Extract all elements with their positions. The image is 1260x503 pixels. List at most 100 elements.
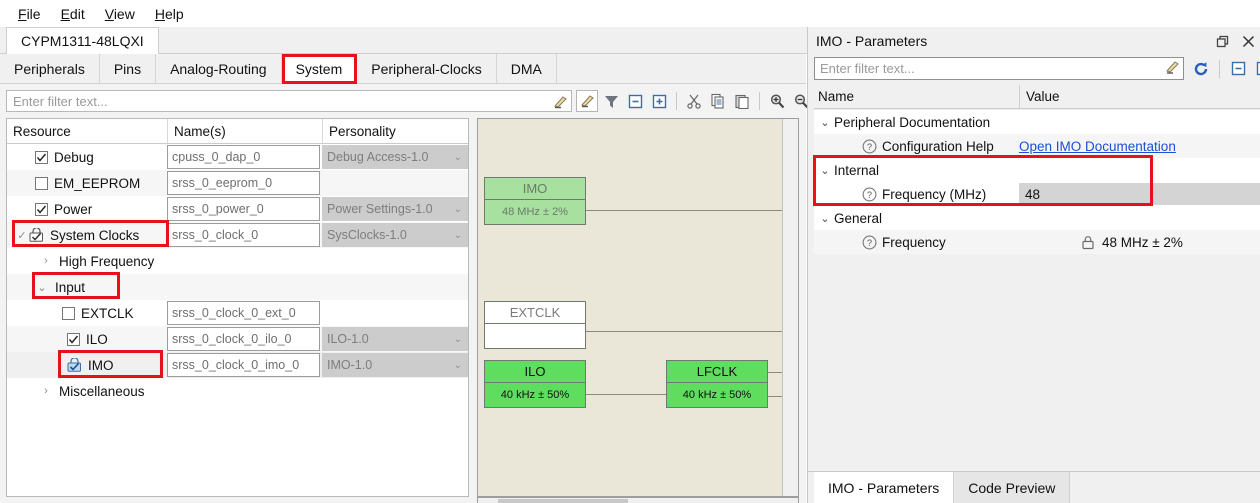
clear-filter-icon[interactable] <box>1164 60 1180 79</box>
tab-system[interactable]: System <box>281 54 358 84</box>
table-row[interactable]: Debug cpuss_0_dap_0 Debug Access-1.0 ⌄ <box>7 144 468 170</box>
table-row[interactable]: EM_EEPROM srss_0_eeprom_0 <box>7 170 468 196</box>
parameters-filter-input[interactable]: Enter filter text... <box>814 57 1184 80</box>
cut-button[interactable] <box>683 90 705 112</box>
tree-cell-resource[interactable]: EM_EEPROM <box>7 170 167 196</box>
parameter-value-cell[interactable]: 48 ⌄ <box>1019 183 1260 205</box>
name-field[interactable]: srss_0_power_0 <box>167 197 320 221</box>
tab-code-preview[interactable]: Code Preview <box>954 472 1071 503</box>
paste-button[interactable] <box>731 90 753 112</box>
parameter-group-row[interactable]: ⌄ Peripheral Documentation <box>814 110 1260 134</box>
clear-filter-icon[interactable] <box>551 93 569 110</box>
tree-cell-resource[interactable]: › High Frequency <box>7 248 167 274</box>
resource-filter-input[interactable]: Enter filter text... <box>6 90 572 112</box>
name-field[interactable]: srss_0_eeprom_0 <box>167 171 320 195</box>
filter-button[interactable] <box>600 90 622 112</box>
table-row[interactable]: ✓ System Clocks srss_0_clock_0 SysClocks… <box>7 222 468 248</box>
tab-dma[interactable]: DMA <box>496 54 557 84</box>
tree-cell-resource[interactable]: ⌄ Input <box>7 274 167 300</box>
parameter-group-row[interactable]: ⌄ General <box>814 206 1260 230</box>
locked-checkbox-icon[interactable] <box>29 227 44 242</box>
checkbox-unchecked-icon[interactable] <box>35 176 48 190</box>
tree-cell-personality[interactable]: ILO-1.0 ⌄ <box>322 326 468 352</box>
tab-imo-parameters[interactable]: IMO - Parameters <box>814 472 955 503</box>
name-field[interactable]: srss_0_clock_0_ext_0 <box>167 301 320 325</box>
personality-select[interactable]: SysClocks-1.0 ⌄ <box>322 223 468 247</box>
menu-item-edit[interactable]: Edit <box>51 2 95 26</box>
diagram-horizontal-scrollbar[interactable]: ‹ › <box>477 497 799 503</box>
name-field[interactable]: srss_0_clock_0_imo_0 <box>167 353 320 377</box>
table-row[interactable]: › Miscellaneous <box>7 378 468 404</box>
diagram-vertical-scrollbar[interactable] <box>782 119 798 496</box>
menu-item-help[interactable]: Help <box>145 2 194 26</box>
chevron-right-icon[interactable]: › <box>39 255 53 267</box>
tree-cell-name[interactable]: srss_0_clock_0 <box>167 222 322 248</box>
parameter-row[interactable]: ? Frequency 48 MHz ± 2% <box>814 230 1260 254</box>
chevron-down-icon[interactable]: ⌄ <box>35 281 49 294</box>
parameter-row[interactable]: ? Configuration Help Open IMO Documentat… <box>814 134 1260 158</box>
clock-diagram[interactable]: IMO 48 MHz ± 2% EXTCLK ILO 40 kHz ± 50% <box>477 118 799 497</box>
diagram-node-extclk[interactable]: EXTCLK <box>484 301 586 349</box>
frequency-mhz-input[interactable]: 48 <box>1019 183 1224 205</box>
help-icon[interactable]: ? <box>862 187 877 202</box>
diagram-node-imo[interactable]: IMO 48 MHz ± 2% <box>484 177 586 225</box>
tab-peripheral-clocks[interactable]: Peripheral-Clocks <box>357 54 497 84</box>
help-icon[interactable]: ? <box>862 235 877 250</box>
personality-select[interactable]: ILO-1.0 ⌄ <box>322 327 468 351</box>
diagram-node-ilo[interactable]: ILO 40 kHz ± 50% <box>484 360 586 408</box>
tree-cell-resource[interactable]: IMO <box>7 352 167 378</box>
checkbox-checked-icon[interactable] <box>35 202 48 216</box>
refresh-button[interactable] <box>1190 58 1212 80</box>
chevron-down-icon[interactable]: ⌄ <box>818 212 832 225</box>
tree-cell-personality[interactable]: Power Settings-1.0 ⌄ <box>322 196 468 222</box>
menu-item-view[interactable]: View <box>95 2 145 26</box>
scrollbar-thumb[interactable] <box>498 499 628 503</box>
personality-select[interactable]: IMO-1.0 ⌄ <box>322 353 468 377</box>
checkbox-checked-icon[interactable] <box>67 332 80 346</box>
name-field[interactable]: srss_0_clock_0 <box>167 223 320 247</box>
tree-cell-personality[interactable]: SysClocks-1.0 ⌄ <box>322 222 468 248</box>
table-row[interactable]: ⌄ Input <box>7 274 468 300</box>
scroll-right-arrow-icon[interactable]: › <box>778 498 798 503</box>
menu-item-file[interactable]: File <box>8 2 51 26</box>
table-row[interactable]: ILO srss_0_clock_0_ilo_0 ILO-1.0 ⌄ <box>7 326 468 352</box>
table-row[interactable]: › High Frequency <box>7 248 468 274</box>
chevron-down-icon[interactable]: ⌄ <box>818 116 832 129</box>
tree-cell-resource[interactable]: Power <box>7 196 167 222</box>
name-field[interactable]: srss_0_clock_0_ilo_0 <box>167 327 320 351</box>
open-imo-documentation-link[interactable]: Open IMO Documentation <box>1019 139 1176 154</box>
tab-pins[interactable]: Pins <box>99 54 157 84</box>
chevron-right-icon[interactable]: › <box>39 385 53 397</box>
group-name-cell[interactable]: ⌄ General <box>814 211 1254 226</box>
tree-cell-name[interactable]: srss_0_clock_0_imo_0 <box>167 352 322 378</box>
tree-cell-resource[interactable]: ILO <box>7 326 167 352</box>
tree-cell-personality[interactable]: IMO-1.0 ⌄ <box>322 352 468 378</box>
tree-cell-resource[interactable]: ✓ System Clocks <box>7 222 167 248</box>
group-name-cell[interactable]: ⌄ Internal <box>814 163 1254 178</box>
name-field[interactable]: cpuss_0_dap_0 <box>167 145 320 169</box>
tree-cell-name[interactable]: srss_0_clock_0_ext_0 <box>167 300 322 326</box>
tab-analog-routing[interactable]: Analog-Routing <box>156 54 282 84</box>
tree-cell-resource[interactable]: Debug <box>7 144 167 170</box>
table-row[interactable]: EXTCLK srss_0_clock_0_ext_0 <box>7 300 468 326</box>
copy-button[interactable] <box>707 90 729 112</box>
zoom-in-button[interactable] <box>766 90 788 112</box>
frequency-mhz-dropdown[interactable]: ⌄ <box>1224 183 1260 205</box>
tree-cell-name[interactable]: srss_0_eeprom_0 <box>167 170 322 196</box>
help-icon[interactable]: ? <box>862 139 877 154</box>
tree-cell-name[interactable]: srss_0_power_0 <box>167 196 322 222</box>
parameter-value-cell[interactable]: Open IMO Documentation <box>1019 139 1260 154</box>
tree-cell-name[interactable]: srss_0_clock_0_ilo_0 <box>167 326 322 352</box>
checkbox-checked-icon[interactable] <box>35 150 48 164</box>
table-row[interactable]: Power srss_0_power_0 Power Settings-1.0 ⌄ <box>7 196 468 222</box>
close-icon[interactable] <box>1235 28 1260 54</box>
group-name-cell[interactable]: ⌄ Peripheral Documentation <box>814 115 1254 130</box>
scroll-left-arrow-icon[interactable]: ‹ <box>478 498 498 503</box>
personality-select[interactable]: Power Settings-1.0 ⌄ <box>322 197 468 221</box>
tree-cell-resource[interactable]: › Miscellaneous <box>7 378 167 404</box>
tree-cell-name[interactable]: cpuss_0_dap_0 <box>167 144 322 170</box>
expand-all-button[interactable] <box>648 90 670 112</box>
checkbox-unchecked-icon[interactable] <box>62 306 75 320</box>
diagram-node-lfclk[interactable]: LFCLK 40 kHz ± 50% <box>666 360 768 408</box>
expand-all-button[interactable] <box>1252 58 1260 80</box>
